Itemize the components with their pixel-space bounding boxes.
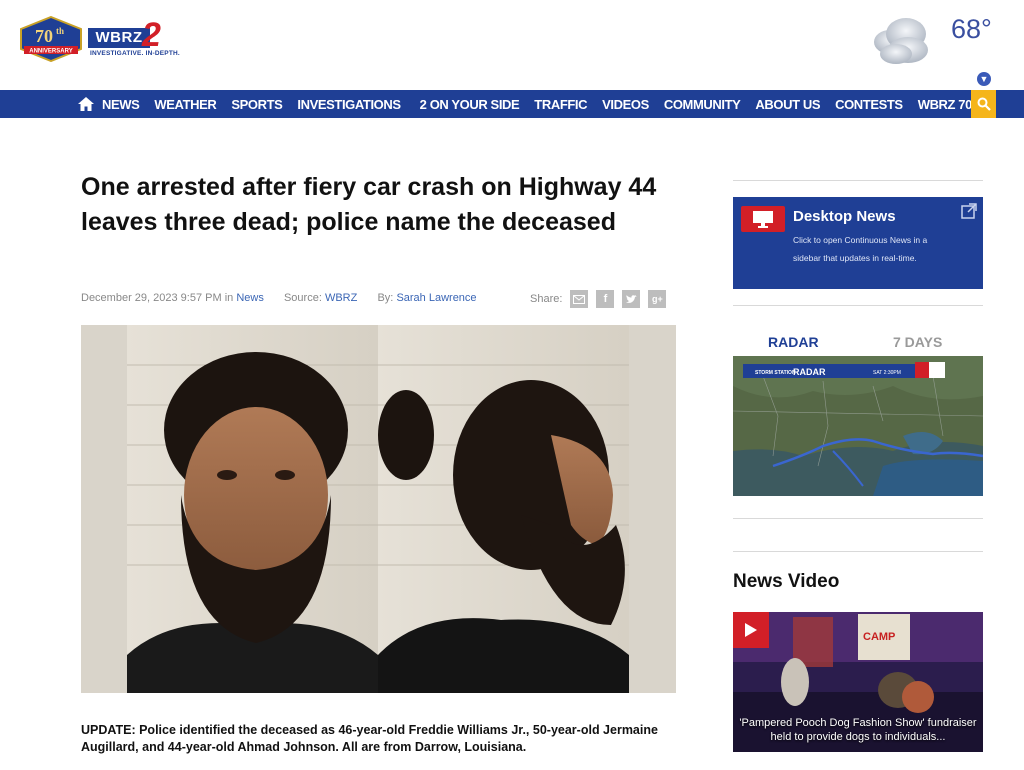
site-header: 70 th ANNIVERSARY WBRZ 2 INVESTIGATIVE. … xyxy=(0,0,1024,90)
article-category-link[interactable]: News xyxy=(236,292,264,304)
sidebar-divider xyxy=(733,551,983,552)
search-button[interactable] xyxy=(971,90,996,118)
sidebar-divider xyxy=(733,518,983,519)
article-body: UPDATE: Police identified the deceased a… xyxy=(81,723,658,754)
email-icon[interactable] xyxy=(570,290,589,308)
play-icon[interactable] xyxy=(733,612,769,648)
article-photo[interactable] xyxy=(81,325,676,693)
map-banner-label: RADAR xyxy=(793,367,826,377)
twitter-icon[interactable] xyxy=(622,290,641,308)
article-in-label: in xyxy=(224,292,234,304)
home-icon[interactable] xyxy=(78,97,94,111)
current-temperature[interactable]: 68° xyxy=(951,14,992,45)
share-bar: Share: f g+ xyxy=(530,290,667,308)
logo-tagline: INVESTIGATIVE. IN-DEPTH. xyxy=(90,50,180,57)
partly-cloudy-icon[interactable] xyxy=(868,10,932,70)
sidebar-divider xyxy=(733,305,983,306)
logo-station: WBRZ xyxy=(88,28,150,48)
badge-word: ANNIVERSARY xyxy=(29,49,72,55)
desktop-news-description: Click to open Continuous News in a sideb… xyxy=(793,235,928,263)
nav-item-videos[interactable]: VIDEOS xyxy=(602,97,649,112)
logo-channel: 2 xyxy=(142,16,161,54)
tab-7-days[interactable]: 7 DAYS xyxy=(893,334,942,350)
search-icon xyxy=(977,97,991,111)
article-source-label: Source: xyxy=(283,292,322,304)
badge-suffix: th xyxy=(56,26,64,36)
nav-item-contests[interactable]: CONTESTS xyxy=(835,97,903,112)
radar-map[interactable]: STORM STATION RADAR SAT 2:30PM xyxy=(733,356,983,496)
anniversary-badge-logo[interactable]: 70 th ANNIVERSARY xyxy=(20,16,82,62)
article-author-link[interactable]: Sarah Lawrence xyxy=(396,292,476,304)
article-headline: One arrested after fiery car crash on Hi… xyxy=(81,173,657,236)
nav-items: NEWS WEATHER SPORTS INVESTIGATIONS 2 ON … xyxy=(78,90,1004,118)
nav-item-2-on-your-side[interactable]: 2 ON YOUR SIDE xyxy=(420,97,520,112)
share-label: Share: xyxy=(530,293,563,305)
map-banner-time: SAT 2:30PM xyxy=(873,370,901,376)
badge-number: 70 xyxy=(35,26,53,46)
article-by-label: By: xyxy=(377,292,394,304)
article-source-link[interactable]: WBRZ xyxy=(325,292,357,304)
monitor-icon xyxy=(741,206,785,232)
main-nav: NEWS WEATHER SPORTS INVESTIGATIONS 2 ON … xyxy=(0,90,1024,118)
nav-item-investigations[interactable]: INVESTIGATIONS xyxy=(297,97,401,112)
nav-item-weather[interactable]: WEATHER xyxy=(154,97,216,112)
nav-item-news[interactable]: NEWS xyxy=(102,97,140,112)
nav-item-community[interactable]: COMMUNITY xyxy=(664,97,741,112)
sidebar-divider xyxy=(733,180,983,181)
radar-tabs: RADAR 7 DAYS xyxy=(733,332,983,354)
google-plus-icon[interactable]: g+ xyxy=(648,290,667,308)
facebook-icon[interactable]: f xyxy=(596,290,615,308)
tab-radar[interactable]: RADAR xyxy=(768,334,819,350)
nav-item-about-us[interactable]: ABOUT US xyxy=(755,97,820,112)
chevron-down-icon[interactable]: ▼ xyxy=(977,72,991,86)
nav-item-traffic[interactable]: TRAFFIC xyxy=(534,97,587,112)
external-link-icon[interactable] xyxy=(961,203,977,219)
map-banner-station: STORM STATION xyxy=(755,370,796,376)
article-date: December 29, 2023 9:57 PM xyxy=(81,292,222,304)
video-sign-text: CAMP xyxy=(863,631,895,643)
wbrz-logo[interactable]: WBRZ 2 INVESTIGATIVE. IN-DEPTH. xyxy=(88,18,180,60)
video-caption[interactable]: 'Pampered Pooch Dog Fashion Show' fundra… xyxy=(733,716,983,744)
desktop-news-widget[interactable]: Desktop News Click to open Continuous Ne… xyxy=(733,197,983,289)
news-video-player[interactable]: CAMP 'Pampered Pooch Dog Fashion Show' f… xyxy=(733,612,983,752)
news-video-heading: News Video xyxy=(733,571,840,592)
desktop-news-title: Desktop News xyxy=(793,208,896,225)
nav-item-sports[interactable]: SPORTS xyxy=(231,97,282,112)
article-meta: December 29, 2023 9:57 PM in News Source… xyxy=(81,292,477,304)
